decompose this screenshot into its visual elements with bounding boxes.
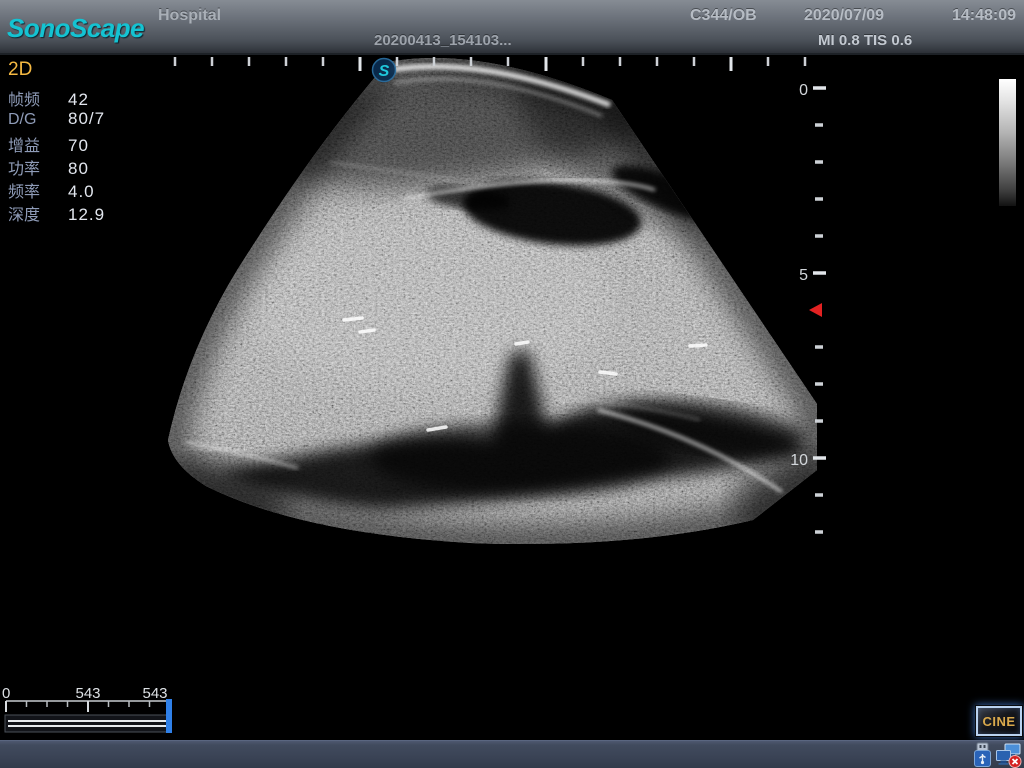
param-value: 42 <box>68 90 89 109</box>
ultrasound-screen: 0 5 10 S 0 543 543 SonoScape Hospital 20… <box>0 0 1024 768</box>
param-label: 深度 <box>8 201 68 225</box>
cine-position-cursor[interactable] <box>166 699 172 733</box>
network-disconnected-icon <box>995 743 1022 768</box>
cine-start-label: 0 <box>2 685 10 702</box>
param-row-depth: 深度12.9 <box>8 201 105 224</box>
main-display: 0 5 10 S 0 543 543 <box>0 0 1024 768</box>
cine-total-label: 543 <box>142 685 167 702</box>
param-label: 增益 <box>8 132 68 156</box>
cine-button-label: CINE <box>982 714 1015 729</box>
usb-storage-icon <box>971 742 994 768</box>
param-row-framerate: 帧频42 <box>8 86 105 109</box>
status-bar <box>0 740 1024 768</box>
param-value: 4.0 <box>68 182 95 201</box>
orientation-marker-letter: S <box>379 63 390 80</box>
depth-label-5: 5 <box>799 267 808 284</box>
param-value: 80 <box>68 159 89 178</box>
param-value: 70 <box>68 136 89 155</box>
param-label: 功率 <box>8 155 68 179</box>
hospital-name: Hospital <box>158 7 221 25</box>
depth-ruler-minor-ticks <box>815 125 823 532</box>
param-label: D/G <box>8 111 68 129</box>
mode-label: 2D <box>8 59 105 81</box>
cine-slider-track[interactable] <box>5 715 171 732</box>
dataset-name: 20200413_154103... <box>374 32 512 49</box>
cine-ruler-major-ticks <box>6 701 170 712</box>
mi-tis-readout: MI 0.8 TIS 0.6 <box>818 32 912 49</box>
param-row-dg: D/G80/7 <box>8 109 105 132</box>
param-row-power: 功率80 <box>8 155 105 178</box>
brand-logo: SonoScape <box>7 13 144 44</box>
system-date: 2020/07/09 <box>804 7 884 25</box>
parameter-panel: 2D 帧频42 D/G80/7 增益70 功率80 频率4.0 深度12.9 <box>8 59 105 224</box>
cine-current-label: 543 <box>75 685 100 702</box>
param-value: 80/7 <box>68 109 105 128</box>
param-row-frequency: 频率4.0 <box>8 178 105 201</box>
param-label: 频率 <box>8 178 68 202</box>
ultrasound-image <box>137 35 857 565</box>
param-label: 帧频 <box>8 86 68 110</box>
param-value: 12.9 <box>68 205 105 224</box>
cine-button[interactable]: CINE <box>976 706 1022 736</box>
focus-marker[interactable] <box>809 303 822 317</box>
header-bar: SonoScape Hospital 20200413_154103... C3… <box>0 0 1024 55</box>
grayscale-bar <box>999 79 1016 206</box>
system-time: 14:48:09 <box>952 7 1016 25</box>
probe-exam-label: C344/OB <box>690 7 757 25</box>
depth-label-10: 10 <box>790 452 808 469</box>
orientation-marker: S <box>373 59 396 82</box>
param-row-gain: 增益70 <box>8 132 105 155</box>
depth-label-0: 0 <box>799 82 808 99</box>
